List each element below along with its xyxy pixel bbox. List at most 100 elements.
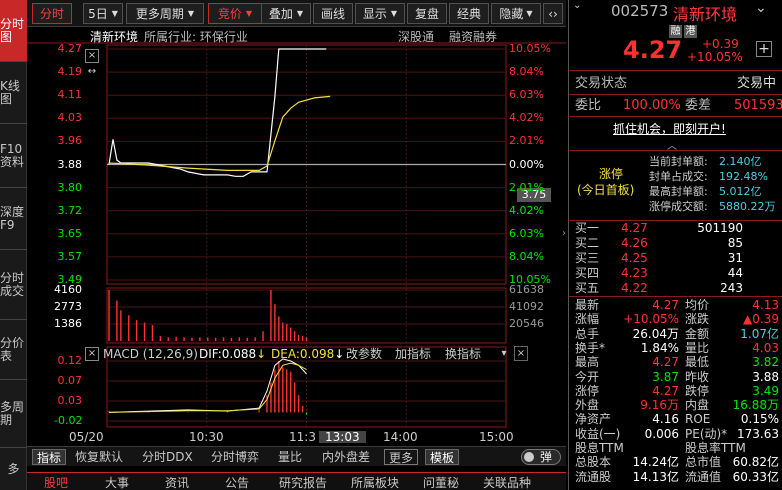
vtab-label: 深度F9 [0,204,25,232]
tab-indicator[interactable]: 指标 [32,449,67,465]
caret-down-icon: ▼ [390,9,398,18]
pct-tick-label: 8.04% [509,65,544,79]
vtab-multi-period[interactable]: 多周期 [0,380,27,448]
indicator-close-icon[interactable]: × [514,346,528,361]
vtab-depth[interactable]: 深度F9 [0,188,27,250]
link-margin[interactable]: 融资融券 [449,31,497,43]
tab-ddx[interactable]: 分时DDX [138,449,197,465]
last-price: 4.27 [623,36,683,64]
tab-announcements[interactable]: 公告 [225,475,249,490]
quote-label: 总股本 [575,455,612,470]
tab-events[interactable]: 大事 [105,475,129,490]
quote-label: 金额 [685,326,710,341]
order-level-label: 买二 [575,236,600,250]
price-type-select[interactable]: 竞价 ▼ [208,3,262,24]
toggle-label: 弹 [540,450,553,464]
macd-tick-label: 0.03 [57,394,83,407]
vtab-kline[interactable]: K线图 [0,62,27,124]
time-tick-label: 10:30 [189,430,224,444]
macd-dea-text: DEA:0.098 [271,347,335,361]
tab-ask-secretary[interactable]: 问董秘 [423,475,459,490]
order-price: 4.23 [621,266,648,280]
display-select[interactable]: 显示 ▼ [355,3,405,24]
vtab-fenshi[interactable]: 分时图 [0,0,27,62]
open-account-banner[interactable]: 抓住机会，即刻开户! [613,120,726,137]
quote-value: 60.33亿 [732,469,779,484]
quote-value: 9.16万 [640,398,679,413]
switch-indicator-button[interactable]: 换指标 [445,348,481,360]
tab-guba[interactable]: 股吧 [44,475,68,490]
hide-select[interactable]: 隐藏 ▼ [491,3,541,24]
time-tick-label: 11:3 [289,430,316,444]
macd-tick-label: 0.12 [57,354,83,367]
scroll-arrows-button[interactable]: ‹› [543,3,563,24]
quote-label: 昨收 [685,369,710,384]
close-icon[interactable]: × [85,49,99,63]
tab-more[interactable]: 更多 [384,449,419,465]
vtab-label: K线图 [0,78,20,106]
vtab-price-table[interactable]: 分价表 [0,320,27,380]
overlay-select[interactable]: 叠加 ▼ [261,3,311,24]
quote-label: 外盘 [575,398,600,413]
pct-tick-label: 8.04% [509,249,544,263]
link-sgt[interactable]: 深股通 [398,31,434,43]
tab-related[interactable]: 关联品种 [483,475,531,490]
classic-button[interactable]: 经典 [449,3,489,24]
order-level-label: 买四 [575,266,600,280]
quote-label: 内盘 [685,398,710,413]
chart-grid [27,42,566,428]
tab-reset-default[interactable]: 恢复默认 [71,449,127,465]
chevron-down-icon[interactable]: ⌄ [573,0,583,16]
left-vertical-tabs: 分时图 K线图 F10资料 深度F9 分时成交 分价表 多周期 多 [0,0,27,490]
tab-in-out-diff[interactable]: 内外盘差 [318,449,374,465]
limit-stat-value: 5.012亿 [719,185,762,198]
menu-down-icon[interactable]: ⌄ [755,0,767,16]
macd-tick-label: 0.07 [57,374,83,387]
turnover-tick-label: 20546 [509,317,544,330]
quote-label: 涨幅 [575,312,600,327]
quote-value: 16.88万 [732,398,779,413]
change-param-button[interactable]: 改参数 [346,348,382,360]
tab-sector[interactable]: 所属板块 [351,475,399,490]
divider [569,116,782,117]
replay-button[interactable]: 复盘 [407,3,447,24]
quote-label: 跌停 [685,383,710,398]
macd-dif: DIF:0.088↓ [199,348,266,360]
price-tick-label: 3.57 [57,249,83,263]
pct-tick-label: 2.01% [509,180,544,194]
macd-label: MACD (12,26,9) [103,347,198,361]
button-label: 经典 [456,7,481,21]
quote-value: 4.27 [652,355,679,370]
period-select[interactable]: 5日 ▼ [83,3,123,24]
quote-value: 0.15% [740,412,779,427]
expand-icon[interactable]: ↔ [85,65,99,79]
popup-toggle[interactable]: 弹 [521,449,561,465]
tab-news[interactable]: 资讯 [165,475,189,490]
tab-volume-ratio[interactable]: 量比 [274,449,306,465]
limit-up-title: 涨停 [599,167,624,181]
macd-close-icon[interactable]: × [85,347,99,361]
button-label: 分时 [39,7,64,21]
vtab-trades[interactable]: 分时成交 [0,250,27,320]
order-volume: 31 [727,251,743,265]
pct-tick-label: 4.02% [509,111,544,125]
add-watchlist-button[interactable]: + [756,41,772,57]
tab-game[interactable]: 分时博弈 [207,449,263,465]
quote-label: 流通值 [685,469,722,484]
tab-research[interactable]: 研究报告 [279,475,327,490]
tab-fenshi-button[interactable]: 分时 [32,3,72,24]
button-label: 复盘 [414,7,439,21]
add-indicator-button[interactable]: 加指标 [395,348,431,360]
limit-up-subtitle: (今日首板) [577,183,635,197]
quote-value: 4.16 [652,412,679,427]
tab-template[interactable]: 模板 [425,449,460,465]
more-period-select[interactable]: 更多周期 ▼ [126,3,204,24]
limit-stat-label: 涨停成交额: [649,200,708,213]
vtab-more[interactable]: 多 [0,448,27,490]
vtab-f10[interactable]: F10资料 [0,124,27,188]
limit-stat-value: 192.48% [719,170,768,183]
indicator-menu-icon[interactable]: ▾ [497,346,511,361]
draw-line-button[interactable]: 画线 [313,3,353,24]
intraday-chart[interactable]: 清新环境 所属行业: 环保行业 深股通 融资融券 × ↔ 3.75 × MACD… [27,27,566,447]
quote-label: 最新 [575,298,600,312]
